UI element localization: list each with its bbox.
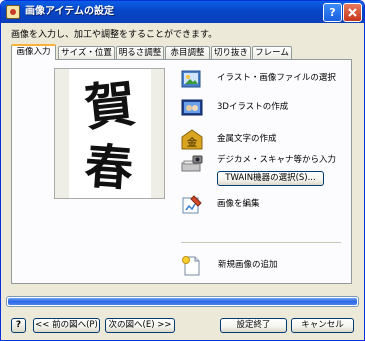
- scanner-camera-icon: [181, 155, 203, 172]
- next-figure-button[interactable]: 次の図へ(E) >>: [105, 318, 175, 333]
- 3d-illustration-icon: [181, 99, 203, 116]
- action-label: 3Dイラストの作成: [217, 102, 289, 112]
- calligraphy-char-bottom: 春: [83, 138, 135, 197]
- twain-select-button[interactable]: TWAIN機器の選択(S)...: [217, 171, 324, 186]
- tab-red-eye[interactable]: 赤目調整: [165, 46, 210, 59]
- close-icon: [348, 8, 357, 17]
- action-label: 金属文字の作成: [217, 134, 277, 144]
- actions-divider: [181, 242, 341, 243]
- help-button[interactable]: ?: [11, 318, 26, 333]
- app-icon: [6, 5, 20, 19]
- action-label: デジカメ・スキャナ等から入力: [217, 155, 337, 165]
- title-help-button[interactable]: ?: [323, 3, 342, 22]
- cancel-button[interactable]: キャンセル: [291, 318, 354, 333]
- action-label: イラスト・画像ファイルの選択: [217, 73, 336, 83]
- image-preview: 賀 春: [54, 68, 165, 199]
- dialog-window: 画像アイテムの設定 ? 画像を入力し、加工や調整をすることができます。 画像入力…: [0, 0, 365, 341]
- preview-canvas: 賀 春: [69, 69, 151, 198]
- window-title: 画像アイテムの設定: [25, 6, 114, 17]
- tab-image-input[interactable]: 画像入力: [11, 44, 56, 60]
- close-button[interactable]: [343, 3, 362, 22]
- calligraphy-image: 賀 春: [82, 74, 138, 198]
- tab-frame[interactable]: フレーム: [252, 46, 292, 59]
- edit-image-icon: [182, 195, 202, 214]
- action-label: 新規画像の追加: [218, 260, 278, 270]
- finish-settings-button[interactable]: 設定終了: [220, 318, 287, 333]
- tab-crop[interactable]: 切り抜き: [211, 46, 251, 59]
- tab-size-position[interactable]: サイズ・位置: [58, 46, 115, 59]
- tab-brightness[interactable]: 明るさ調整: [116, 46, 164, 59]
- action-label: 画像を編集: [217, 199, 260, 209]
- instruction-text: 画像を入力し、加工や調整をすることができます。: [11, 30, 218, 40]
- image-folder-icon: [181, 70, 201, 88]
- title-bar: 画像アイテムの設定 ?: [1, 1, 364, 23]
- calligraphy-char-top: 賀: [82, 74, 138, 138]
- svg-text:金: 金: [186, 136, 198, 149]
- new-image-icon: [182, 256, 200, 276]
- progress-bar: [6, 296, 359, 307]
- metal-text-icon: 金: [181, 129, 203, 150]
- prev-figure-button[interactable]: << 前の図へ(P): [33, 318, 100, 333]
- progress-fill: [8, 298, 357, 305]
